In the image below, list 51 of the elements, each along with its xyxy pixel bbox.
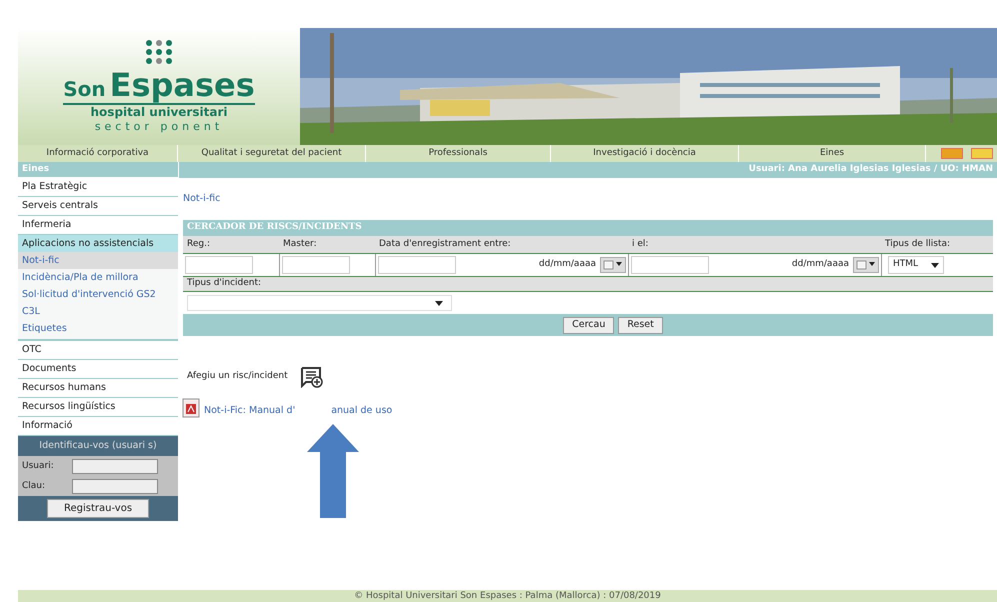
date-format-hint: dd/mm/aaaa — [790, 258, 849, 272]
logo-subtitle: hospital universitari — [90, 105, 228, 120]
login-button[interactable]: Registrau-vos — [46, 499, 150, 518]
form-button[interactable]: Reset — [618, 316, 663, 334]
calendar-button[interactable] — [600, 257, 626, 273]
form-button[interactable]: Cercau — [563, 316, 614, 334]
user-info: Usuari: Ana Aurelia Iglesias Iglesias / UO: HMAN — [748, 163, 994, 176]
date-field[interactable] — [378, 256, 456, 274]
text-field[interactable] — [185, 256, 253, 274]
field-label: i el: — [631, 238, 650, 251]
calendar-button[interactable] — [853, 257, 879, 273]
password-field[interactable] — [72, 478, 158, 494]
logo-tagline: sector ponent — [94, 120, 224, 134]
field-label: Reg.: — [186, 238, 211, 251]
caret-icon — [435, 300, 443, 306]
sidebar-subitem[interactable]: Sol·licitud d'intervenció GS2 — [18, 286, 178, 303]
manual-link[interactable]: anual de uso — [331, 404, 392, 418]
sidebar-subitem[interactable]: Not-i-fic — [18, 252, 178, 269]
sidebar-section[interactable]: Aplicacions no assistencials — [18, 235, 178, 252]
flag-icon[interactable] — [941, 148, 963, 159]
breadcrumb-link[interactable]: Not-i-fic — [183, 192, 220, 206]
sidebar-item[interactable]: Recursos lingüístics — [18, 398, 178, 417]
date-format-hint: dd/mm/aaaa — [538, 258, 596, 272]
username-field[interactable] — [72, 458, 158, 474]
footer-text: © Hospital Universitari Son Espases : Palma (Mallorca) : 07/08/2019 — [354, 590, 661, 602]
list-type-select[interactable]: HTML — [888, 256, 944, 274]
caret-icon — [931, 262, 939, 268]
field-label: Tipus de llista: — [884, 238, 952, 251]
field-label: Clau: — [22, 480, 46, 492]
date-field[interactable] — [631, 256, 709, 274]
manual-link[interactable]: Not-i-Fic: Manual d' — [204, 404, 296, 418]
sidebar-subitem[interactable]: Incidència/Pla de millora — [18, 269, 178, 286]
text-field[interactable] — [282, 256, 350, 274]
add-incident-link[interactable]: Afegiu un risc/incident — [187, 370, 288, 384]
login-title: Identificau-vos (usuari s) — [18, 436, 178, 456]
dots-logo-icon — [144, 39, 174, 66]
incident-type-select[interactable] — [187, 295, 452, 311]
add-document-icon[interactable] — [300, 366, 324, 388]
field-label: Data d'enregistrament entre: — [378, 238, 512, 251]
field-label: Master: — [282, 238, 318, 251]
form-title: CERCADOR DE RISCS/INCIDENTS — [187, 221, 362, 234]
sidebar-subitem[interactable]: C3L — [18, 303, 178, 320]
field-label: Tipus d'incident: — [187, 277, 262, 290]
sidebar-subitem[interactable]: Etiquetes — [18, 320, 178, 337]
sidebar-item[interactable]: Informació — [18, 417, 178, 436]
pdf-file-icon — [181, 398, 201, 418]
flag-icon[interactable] — [971, 148, 993, 159]
field-label: Usuari: — [22, 460, 55, 472]
logo-wordmark: Son Espases — [63, 69, 255, 106]
sidebar-item[interactable]: Pla Estratègic — [18, 178, 178, 197]
sidebar-header: Eines — [18, 162, 178, 178]
